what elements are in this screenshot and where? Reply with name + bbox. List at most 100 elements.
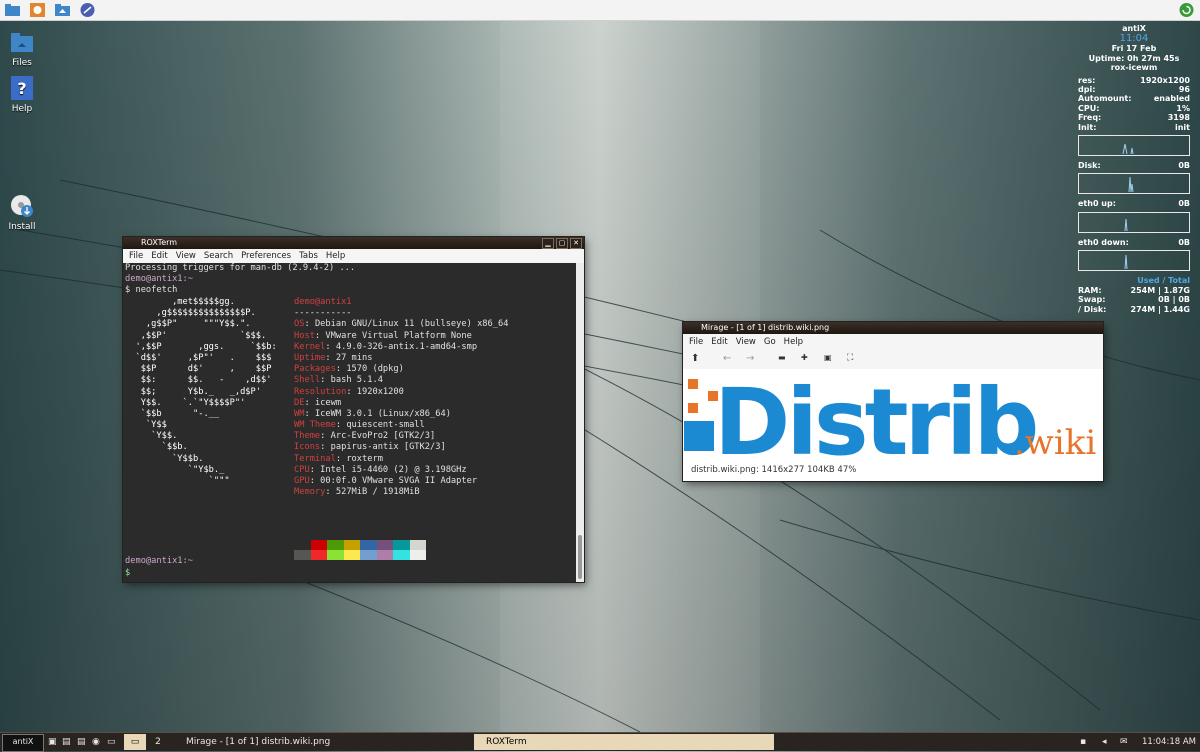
info-key: DE xyxy=(294,397,305,408)
show-desktop-icon[interactable]: ▣ xyxy=(48,734,60,750)
terminal-cursor-prompt[interactable]: $ xyxy=(125,568,130,579)
terminal-command: $ neofetch xyxy=(125,285,178,296)
mirage-window[interactable]: Mirage - [1 of 1] distrib.wiki.png File … xyxy=(683,322,1103,481)
window-titlebar[interactable]: Mirage - [1 of 1] distrib.wiki.png xyxy=(683,322,1103,334)
conky-row: CPU: 1% xyxy=(1078,103,1190,113)
mail-icon[interactable]: ✉ xyxy=(1120,734,1132,750)
info-key: OS xyxy=(294,319,305,330)
browser-icon[interactable] xyxy=(79,2,96,18)
menu-search[interactable]: Search xyxy=(200,249,237,263)
info-value: quiescent-small xyxy=(346,420,425,431)
terminal-scrollbar[interactable] xyxy=(576,263,584,582)
conky-system-monitor: antiX 11:04 Fri 17 Feb Uptime: 0h 27m 45… xyxy=(1078,24,1190,314)
spreadsheet-icon[interactable] xyxy=(29,2,46,18)
color-swatch xyxy=(327,550,344,560)
zoom-in-icon[interactable]: ✚ xyxy=(801,353,808,362)
menu-tabs[interactable]: Tabs xyxy=(295,249,322,263)
desktop-icon-help[interactable]: ? Help xyxy=(0,76,44,114)
info-key: Resolution xyxy=(294,386,347,397)
refresh-icon[interactable] xyxy=(1178,2,1195,18)
files-icon[interactable] xyxy=(4,2,21,18)
menu-view[interactable]: View xyxy=(172,249,200,263)
home-folder-icon[interactable]: ▤ xyxy=(77,734,89,750)
network-icon[interactable]: ▪ xyxy=(1080,734,1092,750)
menu-help[interactable]: Help xyxy=(780,334,807,350)
task-roxterm[interactable]: ROXTerm xyxy=(474,734,774,750)
menu-file[interactable]: File xyxy=(125,249,147,263)
terminal-line: Processing triggers for man-db (2.9.4-2)… xyxy=(125,263,356,273)
info-key: Memory xyxy=(294,487,326,498)
info-value: bash 5.1.4 xyxy=(330,375,383,386)
scrollbar-thumb[interactable] xyxy=(578,535,582,579)
distrib-wiki-logo: Distrib .wiki xyxy=(684,377,1096,457)
task-mirage[interactable]: Mirage - [1 of 1] distrib.wiki.png xyxy=(170,734,484,750)
debian-ascii-logo: ,met$$$$$gg. ,g$$$$$$$$$$$$$$$P. ,g$$P" … xyxy=(125,297,277,487)
conky-mem-row: Swap: 0B | 0B xyxy=(1078,295,1190,305)
info-key: Shell xyxy=(294,375,321,386)
ascii-line: ,g$$P" """Y$$.". xyxy=(125,319,251,330)
info-value: 527MiB / 1918MiB xyxy=(335,487,420,498)
start-button[interactable]: antiX xyxy=(2,734,44,752)
conky-used-total: Used / Total xyxy=(1137,276,1190,286)
browser-icon[interactable]: ◉ xyxy=(92,734,104,750)
terminal-prompt: demo@antix1:~ xyxy=(125,274,193,285)
mirage-menubar: File Edit View Go Help xyxy=(683,334,1103,350)
install-icon xyxy=(10,194,34,218)
ascii-line: ',$$P ,ggs. `$$b: xyxy=(125,341,277,352)
ascii-line: `$$b. xyxy=(125,442,188,453)
terminal-output[interactable]: Processing triggers for man-db (2.9.4-2)… xyxy=(123,263,576,582)
conky-row: Init: init xyxy=(1078,122,1190,132)
info-line: Resolution: 1920x1200 xyxy=(294,386,404,397)
menu-view[interactable]: View xyxy=(732,334,760,350)
info-value: 1920x1200 xyxy=(356,386,404,397)
desktop-icon-files[interactable]: Files xyxy=(0,30,44,68)
zoom-fit-icon[interactable]: ▣ xyxy=(824,353,832,362)
desktop-icon-install[interactable]: Install xyxy=(0,194,44,232)
displayed-image[interactable]: Distrib .wiki xyxy=(684,377,1100,457)
clock[interactable]: 11:04:18 AM xyxy=(1136,734,1196,750)
menu-file[interactable]: File xyxy=(685,334,707,350)
ascii-line: `Y$$. xyxy=(125,431,178,442)
workspace-1[interactable]: ▭ xyxy=(124,734,146,750)
ascii-line: `"Y$b._ xyxy=(125,464,225,475)
menu-edit[interactable]: Edit xyxy=(707,334,731,350)
color-swatch xyxy=(294,540,311,550)
logo-suffix: .wiki xyxy=(1014,423,1096,457)
window-titlebar[interactable]: ROXTerm ▁ ▢ ✕ xyxy=(123,237,584,249)
info-key: WM Theme xyxy=(294,420,336,431)
info-value: 1570 (dpkg) xyxy=(346,364,404,375)
info-line: Shell: bash 5.1.4 xyxy=(294,375,383,386)
info-value: VMware Virtual Platform None xyxy=(325,330,472,341)
menu-edit[interactable]: Edit xyxy=(147,249,171,263)
info-key: Terminal xyxy=(294,453,336,464)
info-line: Terminal: roxterm xyxy=(294,453,383,464)
menu-preferences[interactable]: Preferences xyxy=(237,249,295,263)
eth0-up-graph xyxy=(1078,211,1190,233)
open-icon[interactable]: ⬆ xyxy=(691,353,699,364)
forward-icon[interactable]: → xyxy=(746,353,754,364)
files-icon[interactable]: ▤ xyxy=(62,734,74,750)
info-line: CPU: Intel i5-4460 (2) @ 3.198GHz xyxy=(294,464,467,475)
home-folder-icon[interactable] xyxy=(54,2,71,18)
maximize-icon[interactable]: ▢ xyxy=(556,238,568,249)
info-value: 4.9.0-326-antix.1-amd64-smp xyxy=(335,341,478,352)
roxterm-window[interactable]: ROXTerm ▁ ▢ ✕ File Edit View Search Pref… xyxy=(123,237,584,582)
workspace-2[interactable]: 2 xyxy=(150,734,166,750)
info-line: WM: IceWM 3.0.1 (Linux/x86_64) xyxy=(294,408,451,419)
info-value: roxterm xyxy=(346,453,383,464)
color-swatch xyxy=(376,540,393,550)
minimize-icon[interactable]: ▁ xyxy=(542,238,554,249)
menu-go[interactable]: Go xyxy=(760,334,780,350)
volume-icon[interactable]: ◂ xyxy=(1102,734,1114,750)
ascii-line: ,g$$$$$$$$$$$$$$$P. xyxy=(125,308,256,319)
terminal-icon[interactable]: ▭ xyxy=(107,734,119,750)
cpu-graph xyxy=(1078,135,1190,157)
info-value: Debian GNU/Linux 11 (bullseye) x86_64 xyxy=(314,319,509,330)
mirage-toolbar: ⬆ ← → ▬ ✚ ▣ ⛶ xyxy=(683,350,1103,369)
menu-help[interactable]: Help xyxy=(322,249,349,263)
zoom-out-icon[interactable]: ▬ xyxy=(778,353,786,362)
conky-row: res: 1920x1200 xyxy=(1078,75,1190,85)
back-icon[interactable]: ← xyxy=(723,353,731,364)
close-icon[interactable]: ✕ xyxy=(570,238,582,249)
fullscreen-icon[interactable]: ⛶ xyxy=(847,353,853,363)
